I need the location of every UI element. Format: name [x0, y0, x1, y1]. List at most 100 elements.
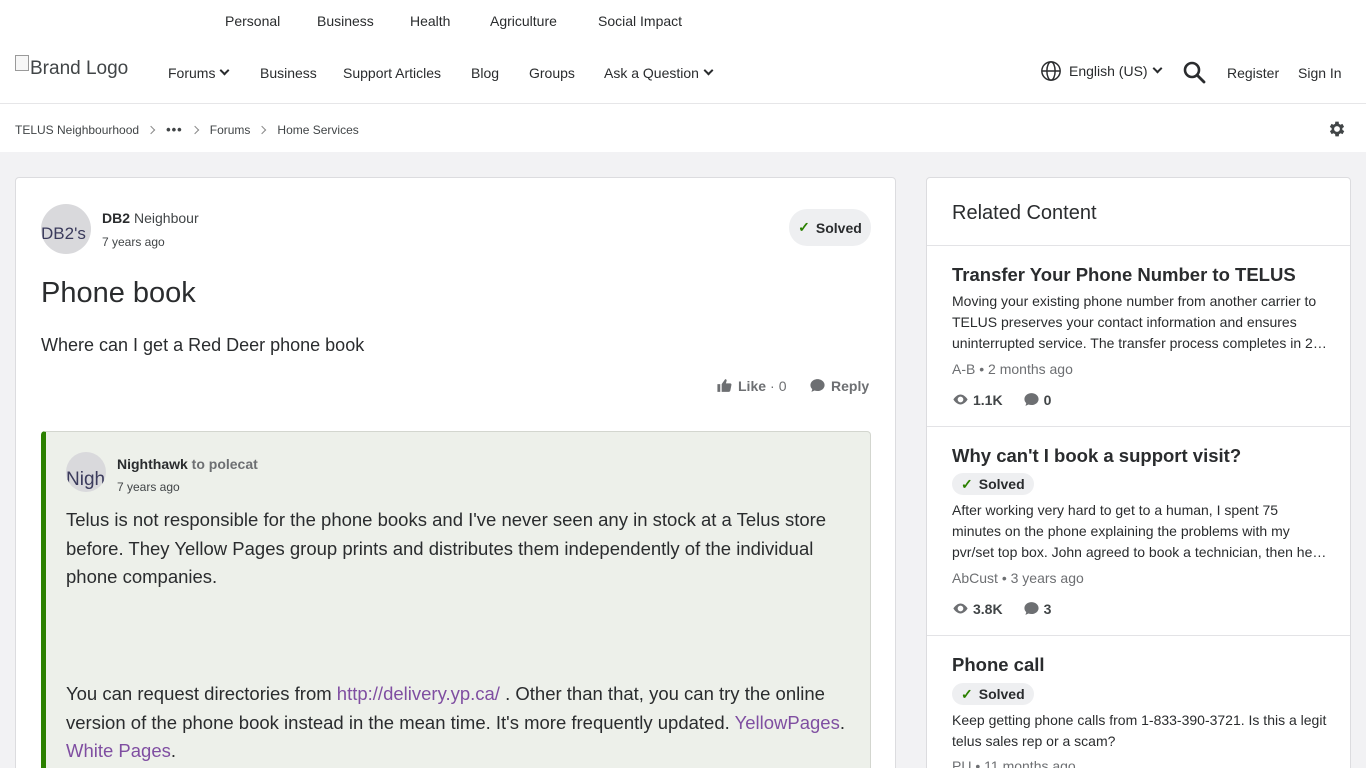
chevron-right-icon	[258, 125, 267, 134]
replies-count: 0	[1043, 391, 1052, 408]
gear-icon[interactable]	[1327, 119, 1347, 139]
nav-business[interactable]: Business	[260, 65, 317, 81]
author-avatar[interactable]: DB2's	[41, 204, 91, 254]
speech-bubble-icon	[810, 379, 825, 392]
nav-ask-label: Ask a Question	[604, 65, 699, 81]
sign-in-link[interactable]: Sign In	[1298, 65, 1342, 81]
chevron-right-icon	[190, 125, 199, 134]
related-item-meta: AbCust • 3 years ago	[952, 570, 1084, 586]
breadcrumb-bar: TELUS Neighbourhood ••• Forums Home Serv…	[0, 104, 1366, 152]
like-count: 0	[778, 377, 787, 394]
nav-forums[interactable]: Forums	[168, 65, 230, 81]
comment-icon	[1023, 393, 1039, 406]
nav-support-articles[interactable]: Support Articles	[343, 65, 441, 81]
nav-forums-label: Forums	[168, 65, 216, 81]
language-selector[interactable]: English (US)	[1040, 60, 1163, 82]
post-author-line: DB2 Neighbour	[102, 210, 199, 226]
related-item-excerpt: Moving your existing phone number from a…	[952, 293, 1326, 351]
top-nav-agriculture[interactable]: Agriculture	[490, 13, 557, 29]
solution-paragraph-1: Telus is not responsible for the phone b…	[66, 509, 827, 587]
solved-badge-label: Solved	[978, 476, 1025, 492]
solved-badge: ✓ Solved	[952, 473, 1034, 495]
related-item-stats: 3.8K 3	[952, 600, 1051, 617]
solved-badge-label: Solved	[978, 686, 1025, 702]
breadcrumb-current[interactable]: Home Services	[277, 123, 358, 137]
checkmark-icon: ✓	[798, 219, 810, 235]
top-nav-business[interactable]: Business	[317, 13, 374, 29]
related-item-author[interactable]: AbCust	[952, 570, 998, 586]
views-icon	[953, 394, 968, 405]
top-utility-nav: Personal Business Health Agriculture Soc…	[0, 0, 1366, 44]
chevron-down-icon	[220, 65, 230, 75]
brand-logo-alt-text: Brand Logo	[30, 58, 129, 79]
solved-badge-label: Solved	[815, 219, 862, 236]
search-icon[interactable]	[1182, 60, 1206, 84]
breadcrumb: TELUS Neighbourhood ••• Forums Home Serv…	[15, 122, 359, 137]
related-item-excerpt: Keep getting phone calls from 1-833-390-…	[952, 712, 1327, 749]
related-item-stats: 1.1K 0	[952, 391, 1051, 408]
replies-count: 3	[1043, 600, 1052, 617]
top-nav-social-impact[interactable]: Social Impact	[598, 13, 682, 29]
register-link[interactable]: Register	[1227, 65, 1279, 81]
nav-blog[interactable]: Blog	[471, 65, 499, 81]
topic-title: Phone book	[41, 277, 196, 309]
checkmark-icon: ✓	[961, 475, 973, 492]
divider	[927, 635, 1350, 636]
delivery-yp-link[interactable]: http://delivery.yp.ca/	[337, 683, 500, 704]
whitepages-link[interactable]: White Pages	[66, 740, 171, 761]
views-icon	[953, 603, 968, 614]
topic-card: DB2's DB2 Neighbour 7 years ago ✓ Solved …	[15, 177, 896, 768]
solution-paragraph-2: You can request directories from http://…	[66, 683, 845, 761]
related-content-heading: Related Content	[952, 202, 1097, 224]
post-time: 7 years ago	[102, 235, 165, 249]
solved-badge: ✓ Solved	[952, 683, 1034, 705]
reply-button[interactable]: Reply	[809, 377, 869, 394]
like-button[interactable]: Like · 0	[716, 377, 786, 394]
language-label: English (US)	[1069, 63, 1148, 79]
solution-author-avatar[interactable]: Nigh	[66, 452, 106, 492]
reply-to-label: to polecat	[191, 456, 258, 472]
chevron-right-icon	[146, 125, 156, 134]
nav-groups[interactable]: Groups	[529, 65, 575, 81]
related-item-author[interactable]: PU	[952, 758, 971, 768]
globe-icon	[1041, 61, 1061, 81]
main-header: Brand Logo Forums Business Support Artic…	[0, 44, 1366, 104]
reply-label: Reply	[831, 377, 870, 394]
comment-icon	[1023, 602, 1039, 615]
post-author-name[interactable]: DB2	[102, 210, 130, 226]
divider	[927, 245, 1350, 246]
solution-time: 7 years ago	[117, 480, 180, 494]
topic-body: Where can I get a Red Deer phone book	[41, 335, 365, 355]
related-item-author[interactable]: A-B	[952, 361, 975, 377]
views-count: 1.1K	[973, 391, 1003, 408]
related-item-title[interactable]: Phone call	[952, 654, 1045, 676]
brand-logo[interactable]: Brand Logo	[15, 55, 129, 80]
checkmark-icon: ✓	[961, 685, 973, 702]
related-item-title[interactable]: Why can't I book a support visit?	[952, 445, 1241, 467]
author-rank: Neighbour	[134, 210, 199, 226]
top-nav-personal[interactable]: Personal	[225, 13, 280, 29]
broken-image-icon	[15, 55, 29, 71]
related-item-time: 2 months ago	[988, 361, 1073, 377]
solution-author-line: Nighthawk to polecat	[117, 456, 258, 472]
related-item-meta: PU • 11 months ago	[952, 758, 1076, 768]
breadcrumb-ellipsis[interactable]: •••	[166, 122, 183, 137]
related-item-title[interactable]: Transfer Your Phone Number to TELUS	[952, 264, 1296, 286]
related-item-time: 3 years ago	[1010, 570, 1084, 586]
accepted-solution: Nigh Nighthawk to polecat 7 years ago Te…	[41, 431, 871, 768]
top-nav-health[interactable]: Health	[410, 13, 450, 29]
like-separator: ·	[770, 377, 775, 394]
yellowpages-link[interactable]: YellowPages	[735, 712, 840, 733]
views-count: 3.8K	[973, 600, 1003, 617]
divider	[927, 426, 1350, 427]
related-content-panel: Related Content Transfer Your Phone Numb…	[926, 177, 1351, 768]
related-item-excerpt: After working very hard to get to a huma…	[952, 502, 1313, 560]
like-label: Like	[738, 377, 767, 394]
breadcrumb-home[interactable]: TELUS Neighbourhood	[15, 123, 139, 137]
related-item-time: 11 months ago	[984, 758, 1076, 768]
chevron-down-icon	[1152, 63, 1163, 73]
related-item-meta: A-B • 2 months ago	[952, 361, 1073, 377]
breadcrumb-forums[interactable]: Forums	[210, 123, 251, 137]
solution-author-name[interactable]: Nighthawk	[117, 456, 188, 472]
nav-ask-a-question[interactable]: Ask a Question	[604, 65, 714, 81]
